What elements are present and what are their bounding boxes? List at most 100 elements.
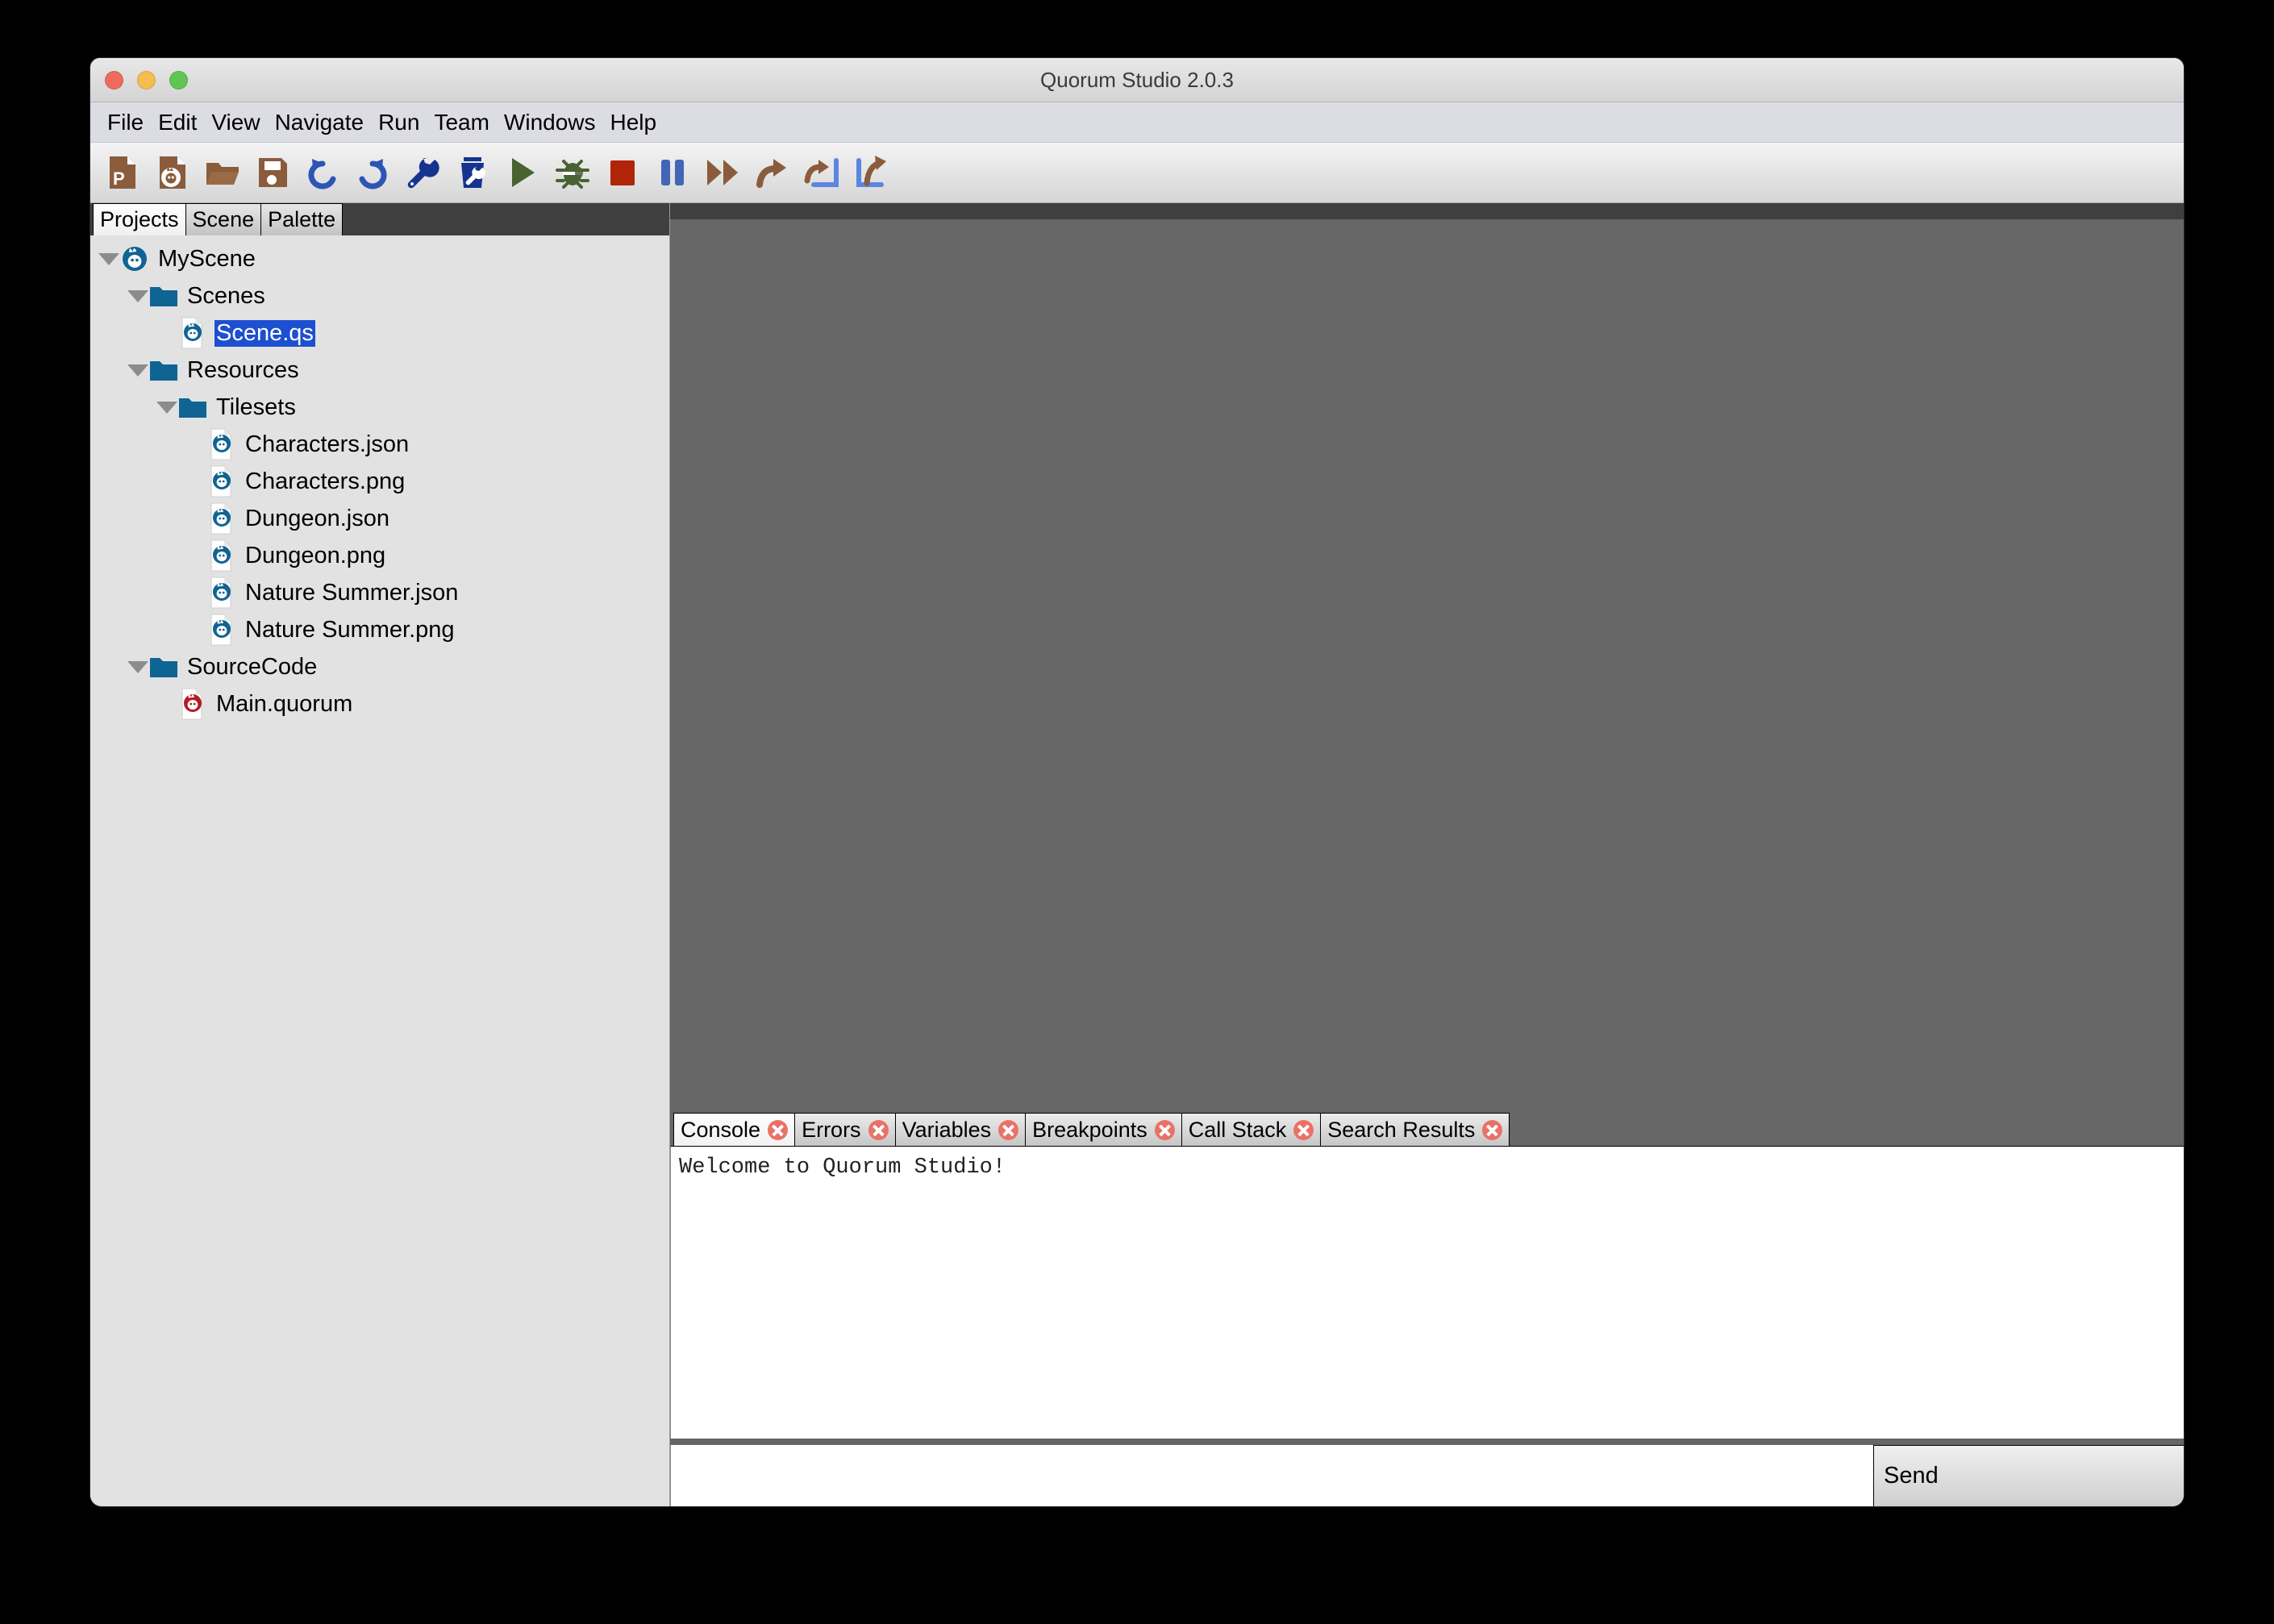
tree-row-label: Dungeon.png bbox=[245, 542, 386, 568]
scene-editor-canvas[interactable] bbox=[670, 219, 2184, 1109]
bottom-panel-tab-strip: Console Errors Variables Breakpoints Call St… bbox=[670, 1109, 2184, 1146]
menu-view[interactable]: View bbox=[204, 110, 267, 135]
project-tree[interactable]: MyScene Scenes Scene.qs Resources Tilesets Ch… bbox=[90, 235, 669, 1506]
menu-edit[interactable]: Edit bbox=[151, 110, 204, 135]
tree-row-label: Scenes bbox=[187, 282, 265, 309]
tree-row[interactable]: SourceCode bbox=[90, 648, 669, 685]
console-input[interactable] bbox=[671, 1445, 1873, 1506]
window-title: Quorum Studio 2.0.3 bbox=[1040, 68, 1234, 92]
stop-square-icon[interactable] bbox=[602, 152, 643, 194]
console-line: Welcome to Quorum Studio! bbox=[679, 1156, 1006, 1180]
tree-row[interactable]: Characters.json bbox=[90, 426, 669, 463]
menu-help[interactable]: Help bbox=[603, 110, 664, 135]
quorum-project-icon bbox=[119, 240, 150, 277]
bottom-tab-search-results[interactable]: Search Results bbox=[1320, 1113, 1510, 1146]
close-icon[interactable] bbox=[1293, 1119, 1314, 1140]
save-icon[interactable] bbox=[252, 152, 294, 194]
tree-row-label: MyScene bbox=[158, 245, 256, 272]
close-icon[interactable] bbox=[1154, 1119, 1175, 1140]
bottom-tab-label: Breakpoints bbox=[1032, 1117, 1147, 1142]
send-button[interactable]: Send bbox=[1873, 1445, 2184, 1506]
new-file-icon[interactable] bbox=[152, 152, 194, 194]
application-window: Quorum Studio 2.0.3 File Edit View Navig… bbox=[90, 58, 2184, 1506]
quorum-file-icon bbox=[206, 611, 237, 648]
tree-row[interactable]: Resources bbox=[90, 352, 669, 389]
bottom-tab-label: Search Results bbox=[1327, 1117, 1476, 1142]
console-splitter[interactable] bbox=[670, 1439, 2184, 1445]
bottom-tab-errors[interactable]: Errors bbox=[794, 1113, 896, 1146]
tree-row-label: Resources bbox=[187, 356, 299, 383]
bottom-tab-variables[interactable]: Variables bbox=[894, 1113, 1027, 1146]
tree-row[interactable]: Nature Summer.json bbox=[90, 574, 669, 611]
tree-row[interactable]: Scenes bbox=[90, 277, 669, 314]
menu-navigate[interactable]: Navigate bbox=[268, 110, 372, 135]
tree-row-label: Characters.png bbox=[245, 468, 406, 494]
pause-icon[interactable] bbox=[652, 152, 693, 194]
bottom-tab-label: Errors bbox=[802, 1117, 861, 1142]
tree-row[interactable]: Tilesets bbox=[90, 389, 669, 426]
tree-row-label: Nature Summer.png bbox=[245, 616, 455, 643]
bottom-tab-breakpoints[interactable]: Breakpoints bbox=[1025, 1113, 1182, 1146]
menu-file[interactable]: File bbox=[100, 110, 151, 135]
continue-icon[interactable] bbox=[702, 152, 743, 194]
menu-team[interactable]: Team bbox=[427, 110, 496, 135]
folder-icon bbox=[148, 277, 179, 314]
step-out-icon[interactable] bbox=[852, 152, 893, 194]
tree-row-label: Nature Summer.json bbox=[245, 579, 459, 606]
close-icon[interactable] bbox=[998, 1119, 1019, 1140]
quorum-file-icon bbox=[206, 463, 237, 500]
tree-row-label: Characters.json bbox=[245, 431, 410, 457]
menu-windows[interactable]: Windows bbox=[497, 110, 603, 135]
bottom-tab-label: Call Stack bbox=[1188, 1117, 1287, 1142]
bottom-tab-call-stack[interactable]: Call Stack bbox=[1181, 1113, 1322, 1146]
bottom-tab-label: Variables bbox=[902, 1117, 992, 1142]
step-into-icon[interactable] bbox=[802, 152, 843, 194]
new-project-icon[interactable]: P bbox=[102, 152, 144, 194]
tree-row-label: Dungeon.json bbox=[245, 505, 389, 531]
tree-twisty-expanded-icon[interactable] bbox=[156, 389, 177, 426]
tree-row[interactable]: Scene.qs bbox=[90, 314, 669, 352]
step-over-icon[interactable] bbox=[752, 152, 793, 194]
tree-row[interactable]: MyScene bbox=[90, 240, 669, 277]
tab-scene[interactable]: Scene bbox=[185, 203, 262, 235]
menu-run[interactable]: Run bbox=[371, 110, 427, 135]
tree-twisty-expanded-icon[interactable] bbox=[98, 240, 119, 277]
tree-row-label: Tilesets bbox=[216, 394, 296, 420]
tree-row[interactable]: Characters.png bbox=[90, 463, 669, 500]
tab-palette[interactable]: Palette bbox=[260, 203, 344, 235]
open-folder-icon[interactable] bbox=[202, 152, 244, 194]
close-icon[interactable] bbox=[1482, 1119, 1503, 1140]
svg-text:P: P bbox=[113, 169, 125, 189]
debug-bug-icon[interactable] bbox=[552, 152, 593, 194]
tree-row[interactable]: Nature Summer.png bbox=[90, 611, 669, 648]
quorum-file-icon bbox=[177, 314, 208, 352]
title-bar: Quorum Studio 2.0.3 bbox=[90, 58, 2184, 102]
left-sidebar: Projects Scene Palette MyScene Scenes Scen… bbox=[90, 203, 669, 1506]
bottom-tab-console[interactable]: Console bbox=[673, 1113, 796, 1146]
quorum-file-icon bbox=[206, 574, 237, 611]
close-icon[interactable] bbox=[868, 1119, 889, 1140]
undo-icon[interactable] bbox=[302, 152, 344, 194]
folder-icon bbox=[177, 389, 208, 426]
quorum-file-icon bbox=[206, 537, 237, 574]
tree-row-label: SourceCode bbox=[187, 653, 318, 680]
run-play-icon[interactable] bbox=[502, 152, 544, 194]
tab-projects[interactable]: Projects bbox=[93, 203, 186, 235]
tree-twisty-expanded-icon[interactable] bbox=[127, 352, 148, 389]
quorum-file-icon bbox=[206, 500, 237, 537]
redo-icon[interactable] bbox=[352, 152, 394, 194]
clean-build-icon[interactable] bbox=[452, 152, 494, 194]
tree-row[interactable]: Dungeon.json bbox=[90, 500, 669, 537]
console-output: Welcome to Quorum Studio! bbox=[670, 1146, 2184, 1439]
tree-row[interactable]: Dungeon.png bbox=[90, 537, 669, 574]
sidebar-tab-strip: Projects Scene Palette bbox=[90, 203, 669, 235]
tree-twisty-expanded-icon[interactable] bbox=[127, 277, 148, 314]
tree-twisty-expanded-icon[interactable] bbox=[127, 648, 148, 685]
console-input-row: Send bbox=[670, 1445, 2184, 1506]
quorum-source-icon bbox=[177, 685, 208, 722]
tree-row[interactable]: Main.quorum bbox=[90, 685, 669, 722]
bottom-tab-label: Console bbox=[681, 1117, 761, 1142]
build-wrench-icon[interactable] bbox=[402, 152, 444, 194]
close-icon[interactable] bbox=[768, 1119, 789, 1140]
bottom-panel: Console Errors Variables Breakpoints Call St… bbox=[670, 1109, 2184, 1506]
